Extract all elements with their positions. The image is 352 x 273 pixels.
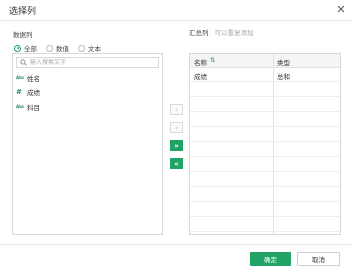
column-type-filter: 全部 数值 文本 [14, 43, 110, 53]
table-row-empty [190, 113, 340, 127]
table-row-empty [190, 188, 340, 202]
field-item-score[interactable]: # 成绩 [16, 86, 159, 99]
table-row-empty [190, 98, 340, 112]
ok-button[interactable]: 确定 [250, 252, 291, 266]
summary-columns-hint: 可以重复添加 [214, 29, 254, 37]
remove-selected-button[interactable]: ‹ [170, 122, 183, 133]
table-row-empty [190, 203, 340, 217]
footer-divider [0, 244, 352, 245]
field-item-subject[interactable]: Abc 科目 [16, 100, 159, 113]
field-label: 科目 [27, 103, 40, 112]
text-type-icon: Abc [16, 75, 25, 80]
field-item-name[interactable]: Abc 姓名 [16, 71, 159, 84]
close-button[interactable] [336, 4, 346, 14]
radio-all-label: 全部 [24, 45, 37, 53]
radio-text[interactable]: 文本 [78, 43, 101, 53]
radio-all[interactable]: 全部 [14, 43, 37, 53]
table-row-empty [190, 158, 340, 172]
radio-indicator [78, 44, 85, 52]
table-row-empty [190, 128, 340, 142]
number-type-icon: # [16, 88, 22, 96]
cancel-button[interactable]: 取消 [297, 252, 340, 266]
column-header-name: 名称 [194, 59, 207, 67]
table-row-empty [190, 83, 340, 97]
table-row-empty [190, 173, 340, 187]
radio-numeric[interactable]: 数值 [46, 43, 69, 53]
add-selected-button[interactable]: › [170, 104, 183, 115]
summary-columns-header: 汇总列 可以重复添加 [189, 27, 254, 37]
field-list: Abc 姓名 # 成绩 Abc 科目 [16, 71, 159, 231]
remove-all-button[interactable]: « [170, 158, 183, 169]
add-all-button[interactable]: » [170, 140, 183, 151]
column-header-type: 类型 [277, 59, 290, 67]
radio-indicator [46, 44, 53, 52]
dialog-title: 选择列 [9, 7, 37, 17]
summary-columns-table: 名称 ⇅ 类型 成绩 总和 [189, 53, 341, 235]
field-label: 姓名 [27, 74, 40, 83]
table-row-empty [190, 143, 340, 157]
select-columns-dialog: 选择列 数据列 全部 数值 文本 输入搜索文字 Abc 姓名 # 成绩 Abc … [0, 0, 352, 273]
search-box [16, 57, 159, 68]
summary-columns-label: 汇总列 [189, 29, 209, 37]
search-input[interactable] [30, 59, 150, 66]
radio-numeric-label: 数值 [56, 45, 69, 53]
data-columns-label: 数据列 [13, 31, 33, 39]
row-type[interactable]: 总和 [277, 71, 290, 81]
close-icon [337, 5, 345, 13]
table-row[interactable]: 成绩 总和 [190, 68, 340, 82]
row-name: 成绩 [194, 73, 207, 81]
radio-text-label: 文本 [88, 45, 101, 53]
table-row-empty [190, 218, 340, 232]
radio-indicator [14, 44, 21, 52]
table-header: 名称 ⇅ 类型 [190, 54, 340, 68]
search-icon [20, 59, 27, 66]
title-divider [0, 20, 352, 21]
text-type-icon: Abc [16, 104, 25, 109]
field-label: 成绩 [27, 89, 40, 97]
data-columns-panel: Abc 姓名 # 成绩 Abc 科目 [12, 53, 163, 235]
sort-icon[interactable]: ⇅ [210, 56, 215, 64]
